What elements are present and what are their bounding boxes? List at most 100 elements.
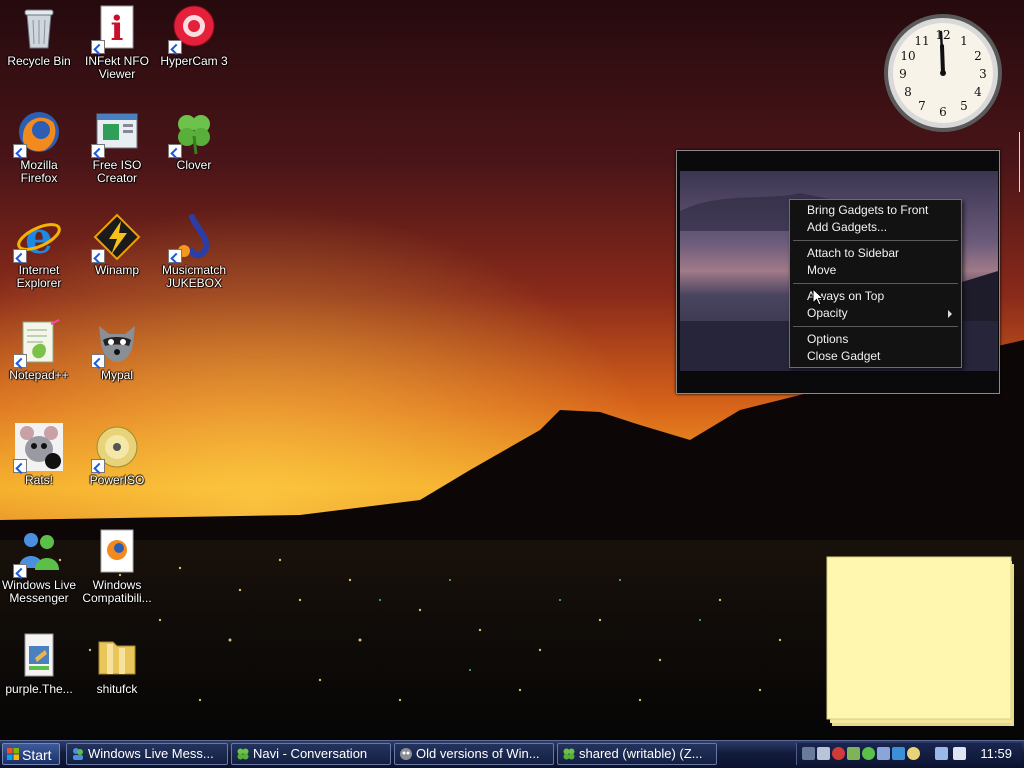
display-icon[interactable]: [935, 747, 948, 760]
clock-numeral: 5: [960, 99, 968, 113]
winamp-icon: [91, 213, 141, 263]
mypal-icon: [91, 318, 141, 368]
clock-numeral: 4: [974, 85, 982, 99]
clock-numeral: 3: [979, 67, 987, 81]
gadget-context-menu[interactable]: Bring Gadgets to Front Add Gadgets... At…: [789, 199, 962, 368]
disc-icon[interactable]: [907, 747, 920, 760]
shortcut-arrow-icon: [168, 249, 182, 263]
clock-numeral: 7: [918, 99, 926, 113]
desktop-icon-poweriso[interactable]: PowerISO: [78, 423, 156, 487]
notepad-plus-plus-icon: [13, 318, 63, 368]
shortcut-arrow-icon: [13, 564, 27, 578]
desktop-icon-mypal[interactable]: Mypal: [78, 318, 156, 382]
desktop-icon-winamp[interactable]: Winamp: [78, 213, 156, 277]
desktop-icon-windows-compatibility[interactable]: Windows Compatibili...: [78, 528, 156, 605]
internet-explorer-icon: e: [13, 213, 63, 263]
menu-separator: [793, 283, 958, 284]
menu-item-close-gadget[interactable]: Close Gadget: [790, 348, 961, 365]
media-icon[interactable]: [892, 747, 905, 760]
desktop-icon-shitufck-folder[interactable]: shitufck: [78, 632, 156, 696]
shortcut-arrow-icon: [168, 144, 182, 158]
menu-item-move[interactable]: Move: [790, 262, 961, 279]
hypercam-icon: [168, 4, 218, 54]
taskbar: Start Windows Live Mess... Navi - Conver…: [0, 740, 1024, 768]
start-button[interactable]: Start: [2, 743, 60, 765]
mouse-pointer-icon: [812, 288, 824, 306]
shortcut-arrow-icon: [91, 40, 105, 54]
desktop-icon-recycle-bin[interactable]: Recycle Bin: [0, 4, 78, 68]
shield-icon[interactable]: [832, 747, 845, 760]
shortcut-arrow-icon: [91, 459, 105, 473]
desktop-icon-firefox[interactable]: Mozilla Firefox: [0, 108, 78, 185]
submenu-arrow-icon: [948, 310, 952, 318]
rats-icon: [13, 423, 63, 473]
desktop-icon-purple-file[interactable]: purple.The...: [0, 632, 78, 696]
desktop-icon-rats[interactable]: Rats!: [0, 423, 78, 487]
desktop-icon-musicmatch[interactable]: Musicmatch JUKEBOX: [155, 213, 233, 290]
shortcut-arrow-icon: [13, 354, 27, 368]
desktop-icon-notepad-plus-plus[interactable]: Notepad++: [0, 318, 78, 382]
menu-separator: [793, 326, 958, 327]
firefox-icon: [13, 108, 63, 158]
shortcut-arrow-icon: [91, 354, 105, 368]
messenger-tray-icon[interactable]: [862, 747, 875, 760]
shortcut-arrow-icon: [91, 249, 105, 263]
clock-numeral: 6: [939, 105, 947, 119]
svg-text:e: e: [25, 213, 53, 261]
security-icon[interactable]: [817, 747, 830, 760]
clock-numeral: 8: [904, 85, 912, 99]
desktop-icon-infekt[interactable]: i INFekt NFO Viewer: [78, 4, 156, 81]
clock-gadget[interactable]: 12 1 2 3 4 5 6 7 8 9 10 11: [882, 12, 1004, 134]
infekt-icon: i: [91, 4, 141, 54]
taskbar-button-shared-writable[interactable]: shared (writable) (Z...: [557, 743, 717, 765]
taskbar-button-windows-live-messenger[interactable]: Windows Live Mess...: [66, 743, 228, 765]
clover-task-icon: [563, 748, 575, 760]
desktop-icon-free-iso-creator[interactable]: Free ISO Creator: [78, 108, 156, 185]
clock-numeral: 12: [935, 28, 950, 42]
windows-compatibility-icon: [93, 528, 141, 576]
poweriso-icon: [91, 423, 141, 473]
shortcut-arrow-icon: [91, 144, 105, 158]
system-tray: 11:59: [796, 743, 1022, 765]
purple-file-icon: [15, 632, 63, 680]
desktop-icon-windows-live-messenger[interactable]: Windows Live Messenger: [0, 528, 78, 605]
shortcut-arrow-icon: [13, 459, 27, 473]
shortcut-arrow-icon: [13, 249, 27, 263]
menu-item-options[interactable]: Options: [790, 331, 961, 348]
volume-icon[interactable]: [953, 747, 966, 760]
clock-numeral: 11: [914, 34, 929, 48]
clock-numeral: 2: [974, 49, 982, 63]
task-label: Old versions of Win...: [416, 746, 540, 761]
menu-item-opacity-label: Opacity: [807, 306, 848, 320]
windows-flag-icon: [7, 748, 19, 760]
desktop-icon-clover[interactable]: Clover: [155, 108, 233, 172]
clock-numeral: 1: [960, 34, 968, 48]
menu-separator: [793, 240, 958, 241]
messenger-task-icon: [73, 748, 83, 760]
plugin-icon[interactable]: [847, 747, 860, 760]
menu-item-attach-to-sidebar[interactable]: Attach to Sidebar: [790, 245, 961, 262]
browser-task-icon: [400, 748, 412, 760]
sync-icon[interactable]: [877, 747, 890, 760]
taskbar-clock[interactable]: 11:59: [980, 744, 1012, 764]
taskbar-button-old-versions[interactable]: Old versions of Win...: [394, 743, 554, 765]
sidebar-edge-handle[interactable]: [1019, 132, 1024, 192]
desktop-icon-hypercam[interactable]: HyperCam 3: [155, 4, 233, 68]
task-label: Navi - Conversation: [253, 746, 368, 761]
task-label: shared (writable) (Z...: [579, 746, 703, 761]
clock-numeral: 10: [900, 49, 915, 63]
sticky-note-gadget[interactable]: [826, 556, 1018, 728]
clock-numeral: 9: [899, 67, 907, 81]
network-icon[interactable]: [802, 747, 815, 760]
folder-icon: [93, 632, 141, 680]
menu-item-bring-gadgets-to-front[interactable]: Bring Gadgets to Front: [790, 202, 961, 219]
windows-live-messenger-icon: [13, 528, 63, 578]
recycle-bin-icon: [15, 4, 63, 52]
task-label: Windows Live Mess...: [88, 746, 214, 761]
free-iso-creator-icon: [91, 108, 141, 158]
desktop-icon-internet-explorer[interactable]: e Internet Explorer: [0, 213, 78, 290]
start-label: Start: [22, 747, 52, 763]
taskbar-button-navi-conversation[interactable]: Navi - Conversation: [231, 743, 391, 765]
menu-item-opacity[interactable]: Opacity: [790, 305, 961, 322]
menu-item-add-gadgets[interactable]: Add Gadgets...: [790, 219, 961, 236]
